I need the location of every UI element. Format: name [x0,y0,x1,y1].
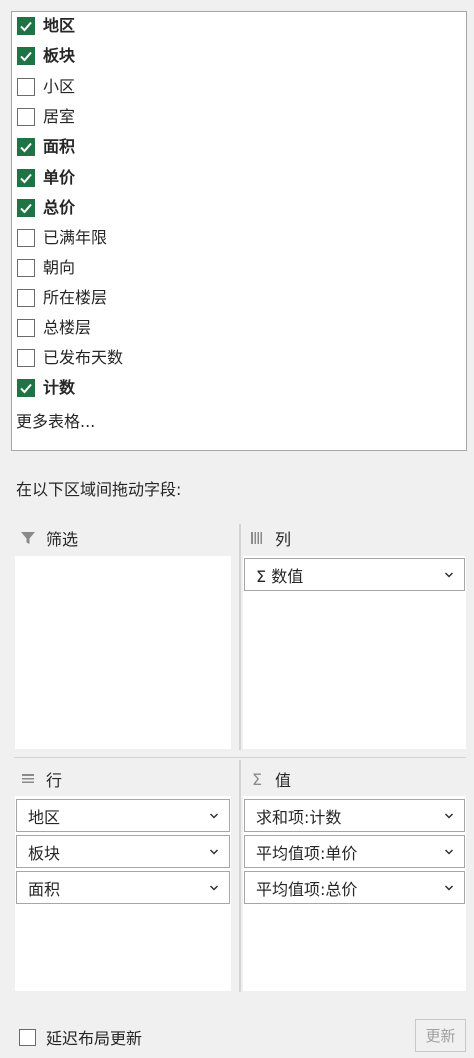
field-list: 地区 板块 小区 居室 面积 单价 总价 已满年限 朝向 所在楼层 总楼层 已发… [11,11,467,451]
columns-area-label: 列 [275,530,292,549]
value-field-avg-unit-price[interactable]: 平均值项:单价 [244,835,465,868]
rows-area-label: 行 [46,771,63,790]
more-tables-link[interactable]: 更多表格... [16,410,95,434]
filter-area-title: 筛选 [18,524,78,552]
defer-update-label: 延迟布局更新 [46,1029,143,1048]
pill-label: 求和项:计数 [256,807,342,827]
field-checkbox[interactable] [17,199,35,217]
field-label: 总价 [43,198,76,217]
field-checkbox[interactable] [17,379,35,397]
update-button[interactable]: 更新 [415,1019,466,1052]
field-checkbox[interactable] [17,47,35,65]
field-item-unit-price[interactable]: 单价 [17,165,457,191]
pill-label: Σ 数值 [256,566,304,586]
drag-hint: 在以下区域间拖动字段: [16,480,182,499]
field-item-count[interactable]: 计数 [17,375,457,401]
chevron-down-icon[interactable] [444,812,454,820]
field-item-community[interactable]: 小区 [17,74,457,100]
area-divider-horizontal [14,757,466,758]
field-checkbox[interactable] [17,17,35,35]
row-field-area[interactable]: 面积 [16,871,230,904]
pill-label: 面积 [28,879,61,899]
field-checkbox[interactable] [17,319,35,337]
row-field-region[interactable]: 地区 [16,799,230,832]
field-label: 居室 [43,107,76,126]
values-drop-zone[interactable]: 求和项:计数 平均值项:单价 平均值项:总价 [243,796,466,991]
field-checkbox[interactable] [17,259,35,277]
area-divider-vertical-top [239,524,241,750]
field-item-days-posted[interactable]: 已发布天数 [17,345,457,371]
field-checkbox[interactable] [17,169,35,187]
field-item-orientation[interactable]: 朝向 [17,255,457,281]
pill-label: 地区 [28,807,61,827]
value-field-avg-total-price[interactable]: 平均值项:总价 [244,871,465,904]
defer-layout-update[interactable]: 延迟布局更新 [19,1025,142,1049]
chevron-down-icon[interactable] [444,848,454,856]
field-checkbox[interactable] [17,289,35,307]
filter-icon [18,529,38,547]
chevron-down-icon[interactable] [209,884,219,892]
field-checkbox[interactable] [17,78,35,96]
field-item-area[interactable]: 面积 [17,134,457,160]
field-item-total-price[interactable]: 总价 [17,195,457,221]
pill-label: 板块 [28,843,61,863]
columns-area-title: 列 [247,524,291,552]
row-field-sector[interactable]: 板块 [16,835,230,868]
sigma-icon: Σ [251,769,263,789]
field-label: 计数 [43,378,76,397]
field-label: 总楼层 [43,318,92,337]
defer-update-checkbox[interactable] [19,1028,36,1046]
field-label: 板块 [43,46,76,65]
chevron-down-icon[interactable] [209,848,219,856]
rows-icon [18,770,38,788]
field-item-sector[interactable]: 板块 [17,43,457,69]
field-item-region[interactable]: 地区 [17,13,457,39]
chevron-down-icon[interactable] [444,571,454,579]
field-label: 已发布天数 [43,348,124,367]
field-label: 面积 [43,137,76,156]
pill-label: 平均值项:总价 [256,879,358,899]
field-item-rooms[interactable]: 居室 [17,104,457,130]
chevron-down-icon[interactable] [209,812,219,820]
field-checkbox[interactable] [17,229,35,247]
filter-area-label: 筛选 [46,530,79,549]
rows-drop-zone[interactable]: 地区 板块 面积 [15,796,231,991]
columns-icon [247,529,267,547]
field-label: 朝向 [43,258,76,277]
value-field-sum-count[interactable]: 求和项:计数 [244,799,465,832]
values-area-title: Σ 值 [247,765,291,793]
pill-label: 平均值项:单价 [256,843,358,863]
chevron-down-icon[interactable] [444,884,454,892]
field-label: 单价 [43,168,76,187]
field-label: 小区 [43,77,76,96]
field-checkbox[interactable] [17,138,35,156]
field-item-total-floors[interactable]: 总楼层 [17,315,457,341]
field-checkbox[interactable] [17,349,35,367]
field-item-years[interactable]: 已满年限 [17,225,457,251]
values-area-label: 值 [275,771,292,790]
filter-drop-zone[interactable] [15,556,231,749]
field-label: 所在楼层 [43,288,108,307]
field-label: 已满年限 [43,228,108,247]
column-field-values[interactable]: Σ 数值 [244,558,465,591]
field-checkbox[interactable] [17,108,35,126]
area-divider-vertical-bottom [239,760,241,992]
field-label: 地区 [43,16,76,35]
rows-area-title: 行 [18,765,62,793]
field-item-floor[interactable]: 所在楼层 [17,285,457,311]
columns-drop-zone[interactable]: Σ 数值 [243,556,466,749]
